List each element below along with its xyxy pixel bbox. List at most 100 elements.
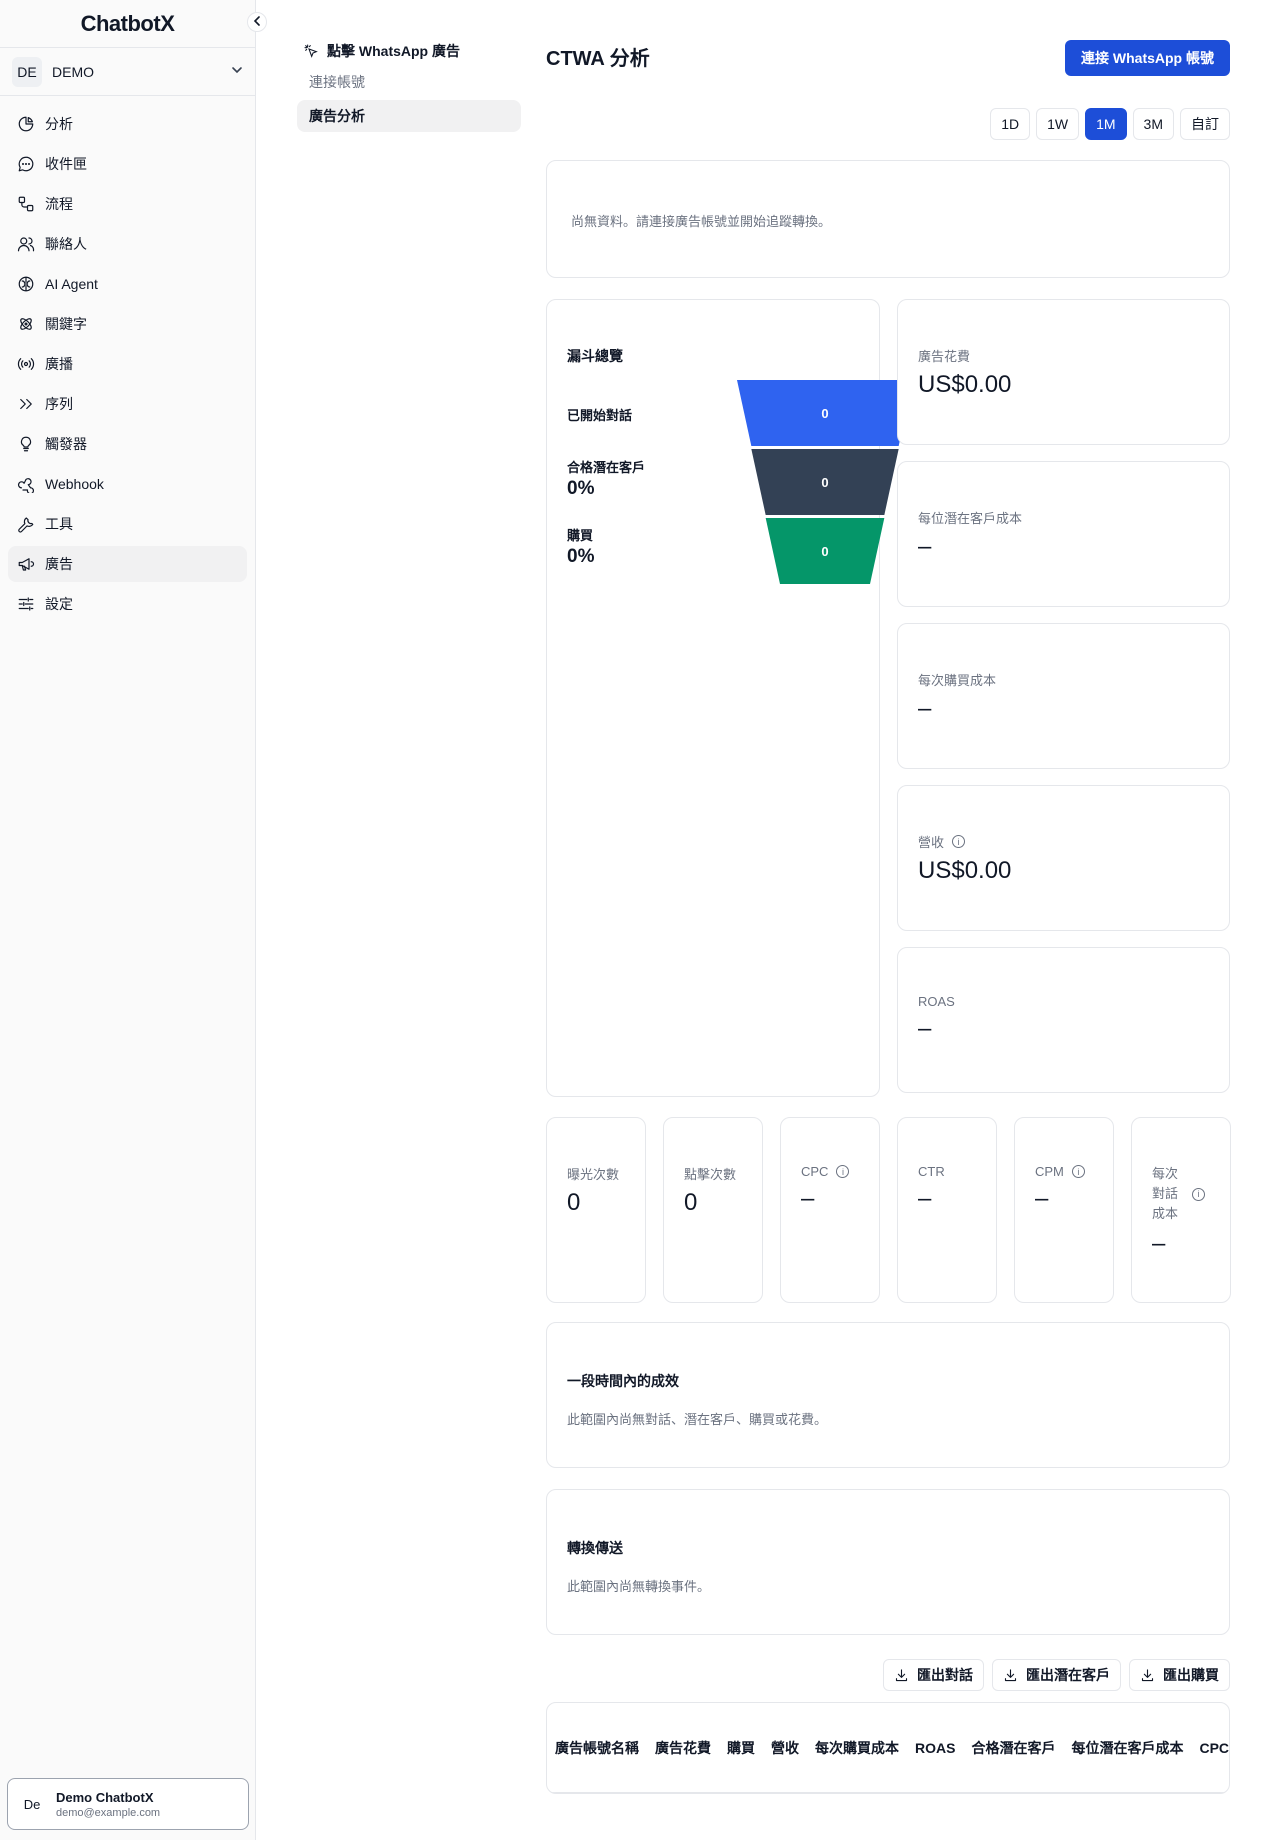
metric-value: US$0.00 <box>918 857 1012 884</box>
subnav-title-text: 點擊 WhatsApp 廣告 <box>327 43 460 59</box>
table-column-header[interactable]: 營收 <box>771 1738 799 1758</box>
export-leads-button[interactable]: 匯出潛在客戶 <box>992 1659 1121 1691</box>
funnel-segment-value: 0 <box>821 544 828 559</box>
metric-value: – <box>918 1015 932 1042</box>
webhook-icon <box>16 474 36 494</box>
flow-icon <box>16 194 36 214</box>
conversions-note: 此範圍內尚無轉換事件。 <box>567 1579 711 1594</box>
sidebar-item-flows[interactable]: 流程 <box>8 186 247 222</box>
range-3m-button[interactable]: 3M <box>1132 108 1174 140</box>
range-1d-button[interactable]: 1D <box>990 108 1031 140</box>
export-conversations-button[interactable]: 匯出對話 <box>883 1659 984 1691</box>
sidebar-item-ads[interactable]: 廣告 <box>8 546 247 582</box>
table-column-header[interactable]: CPC <box>1199 1740 1229 1756</box>
lightbulb-icon <box>16 434 36 454</box>
metric-label: CPC i <box>801 1164 867 1179</box>
sidebar: ChatbotX DE DEMO 分析 收件匣 流程 聯絡人 AI Agent <box>0 0 256 1840</box>
metric-label-text: 每次購買成本 <box>918 673 997 688</box>
table-column-header[interactable]: 廣告帳號名稱 <box>555 1738 639 1758</box>
chevron-left-icon <box>252 15 262 29</box>
user-email: demo@example.com <box>56 1806 161 1819</box>
range-1m-button[interactable]: 1M <box>1085 108 1127 140</box>
ads-subnav: 點擊 WhatsApp 廣告 連接帳號 廣告分析 <box>297 38 521 132</box>
megaphone-icon <box>16 554 36 574</box>
metric-label: 曝光次數 <box>567 1164 633 1183</box>
ad-accounts-table: 廣告帳號名稱 廣告花費 購買 營收 每次購買成本 ROAS 合格潛在客戶 每位潛在客戶成本 CP… <box>546 1702 1230 1794</box>
funnel-stage-purchases: 購買 0% <box>567 525 594 568</box>
funnel-stage-qualified-leads: 合格潛在客戶 0% <box>567 457 645 500</box>
performance-note: 此範圍內尚無對話、潛在客戶、購買或花費。 <box>567 1412 828 1427</box>
sidebar-item-broadcast[interactable]: 廣播 <box>8 346 247 382</box>
sidebar-item-webhook[interactable]: Webhook <box>8 466 247 502</box>
sidebar-item-label: 聯絡人 <box>45 236 87 252</box>
workspace-switcher[interactable]: DE DEMO <box>0 48 255 96</box>
info-icon[interactable]: i <box>952 835 966 848</box>
metric-label-text: 營收 <box>918 835 945 850</box>
connect-whatsapp-button[interactable]: 連接 WhatsApp 帳號 <box>1065 40 1230 76</box>
stage-percent: 0% <box>567 478 595 499</box>
sidebar-item-sequences[interactable]: 序列 <box>8 386 247 422</box>
cost-per-lead-card: 每位潛在客戶成本 – <box>897 461 1230 607</box>
table-column-header[interactable]: 合格潛在客戶 <box>971 1738 1055 1758</box>
info-icon[interactable]: i <box>1071 1165 1085 1178</box>
metric-label-text: 每位潛在客戶成本 <box>918 511 1023 526</box>
table-header-row: 廣告帳號名稱 廣告花費 購買 營收 每次購買成本 ROAS 合格潛在客戶 每位潛在客戶成本 CP… <box>547 1703 1229 1793</box>
funnel-segment-value: 0 <box>821 475 828 490</box>
subnav-item-ad-analytics[interactable]: 廣告分析 <box>297 100 521 132</box>
info-icon[interactable]: i <box>1192 1187 1205 1201</box>
metric-label-text: 點擊次數 <box>684 1167 737 1182</box>
metric-label: CTR <box>918 1164 984 1179</box>
sliders-icon <box>16 594 36 614</box>
metric-label-text: 曝光次數 <box>567 1167 620 1182</box>
range-custom-button[interactable]: 自訂 <box>1180 108 1230 140</box>
metric-label-text: 每次對話成本 <box>1152 1166 1179 1221</box>
sidebar-item-keywords[interactable]: 關鍵字 <box>8 306 247 342</box>
collapse-sidebar-button[interactable] <box>247 12 267 32</box>
sidebar-item-label: AI Agent <box>45 276 98 292</box>
sidebar-item-tools[interactable]: 工具 <box>8 506 247 542</box>
download-icon <box>895 1668 908 1681</box>
table-column-header[interactable]: ROAS <box>915 1740 955 1756</box>
sidebar-item-contacts[interactable]: 聯絡人 <box>8 226 247 262</box>
sidebar-item-analytics[interactable]: 分析 <box>8 106 247 142</box>
export-label: 匯出對話 <box>917 1667 973 1683</box>
table-column-header[interactable]: 每位潛在客戶成本 <box>1071 1738 1183 1758</box>
metric-label: CPM i <box>1035 1164 1101 1179</box>
cost-per-purchase-card: 每次購買成本 – <box>897 623 1230 769</box>
ctr-card: CTR – <box>897 1117 997 1303</box>
ad-spend-card: 廣告花費 US$0.00 <box>897 299 1230 445</box>
page-title: CTWA 分析 <box>546 48 650 70</box>
user-profile-card[interactable]: De Demo ChatbotX demo@example.com <box>7 1778 249 1830</box>
sidebar-item-triggers[interactable]: 觸發器 <box>8 426 247 462</box>
page-header: CTWA 分析 連接 WhatsApp 帳號 <box>546 40 1230 76</box>
download-icon <box>1004 1668 1017 1681</box>
table-column-header[interactable]: 廣告花費 <box>655 1738 711 1758</box>
sidebar-item-label: 廣告 <box>45 556 73 572</box>
table-column-header[interactable]: 購買 <box>727 1738 755 1758</box>
metric-label: 每次購買成本 <box>918 670 1209 689</box>
subnav-item-connect-account[interactable]: 連接帳號 <box>297 66 521 98</box>
range-1w-button[interactable]: 1W <box>1036 108 1080 140</box>
funnel-segment-value: 0 <box>821 406 828 421</box>
sidebar-item-label: Webhook <box>45 476 104 492</box>
export-purchases-button[interactable]: 匯出購買 <box>1129 1659 1230 1691</box>
metric-label: 點擊次數 <box>684 1164 750 1183</box>
sidebar-item-inbox[interactable]: 收件匣 <box>8 146 247 182</box>
workspace-avatar: DE <box>12 56 42 87</box>
metric-label: 每位潛在客戶成本 <box>918 508 1209 527</box>
export-label: 匯出購買 <box>1163 1667 1219 1683</box>
sidebar-item-label: 設定 <box>45 596 73 612</box>
cpc-card: CPC i – <box>780 1117 880 1303</box>
performance-title: 一段時間內的成效 <box>567 1373 679 1389</box>
table-column-header[interactable]: 每次購買成本 <box>815 1738 899 1758</box>
revenue-card: 營收 i US$0.00 <box>897 785 1230 931</box>
sidebar-item-ai-agent[interactable]: AI Agent <box>8 266 247 302</box>
double-chevron-icon <box>16 394 36 414</box>
sidebar-item-settings[interactable]: 設定 <box>8 586 247 622</box>
info-icon[interactable]: i <box>836 1165 850 1178</box>
click-icon <box>304 44 318 58</box>
sidebar-item-label: 序列 <box>45 396 73 412</box>
sidebar-item-label: 廣播 <box>45 356 73 372</box>
sidebar-item-label: 流程 <box>45 196 73 212</box>
app-logo[interactable]: ChatbotX <box>0 0 255 48</box>
